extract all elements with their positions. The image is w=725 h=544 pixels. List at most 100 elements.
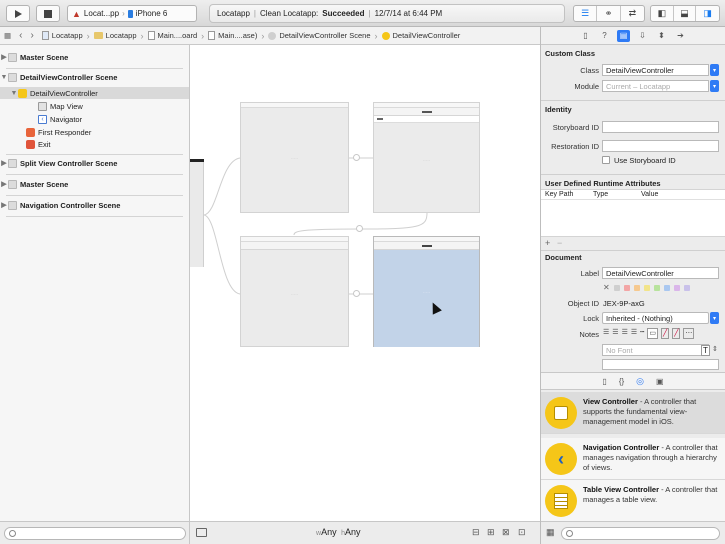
pin-icon[interactable]: ⊞ [487, 527, 495, 538]
standard-editor-icon[interactable]: ☰ [574, 6, 598, 21]
color-swatch-green[interactable] [654, 285, 660, 291]
storyboard-canvas[interactable]: ····· ····· ····· ····· [190, 45, 540, 521]
jump-item-project[interactable]: Locatapp [38, 31, 87, 40]
align-center-icon[interactable]: ☰ [612, 328, 618, 339]
text-color-icon[interactable]: ▭ [647, 328, 658, 339]
line-spacing-icon[interactable]: ┅ [640, 328, 644, 339]
outline-master-scene[interactable]: ▶ Master Scene [0, 51, 189, 63]
resolve-icon[interactable]: ⊠ [502, 527, 510, 538]
outline-nav-scene[interactable]: ▶ Navigation Controller Scene [0, 199, 189, 211]
connections-inspector-icon[interactable]: ➔ [674, 30, 687, 42]
remove-attribute-icon[interactable]: − [557, 238, 562, 248]
outline-exit[interactable]: Exit [0, 138, 189, 150]
map-view-selected[interactable]: ····· [374, 250, 479, 347]
scene-table-view[interactable]: ····· [373, 102, 480, 213]
segue-dot[interactable] [353, 154, 360, 161]
media-library-icon[interactable]: ▣ [656, 377, 664, 386]
color-swatch-yellow[interactable] [644, 285, 650, 291]
justify-icon[interactable]: ☰ [631, 328, 637, 339]
outline-filter-input[interactable] [4, 527, 186, 540]
module-dropdown-icon[interactable]: ▾ [710, 80, 719, 92]
align-left-icon[interactable]: ☰ [603, 328, 609, 339]
disclosure-open-icon[interactable]: ▼ [10, 90, 18, 97]
code-snippet-library-icon[interactable]: {} [619, 377, 624, 386]
size-inspector-icon[interactable]: ⬍ [655, 30, 668, 42]
outline-detail-view-controller[interactable]: ▼ DetailViewController [0, 87, 189, 99]
color-swatch-blue[interactable] [664, 285, 670, 291]
align-right-icon[interactable]: ☰ [622, 328, 628, 339]
font-field[interactable]: No Font [602, 344, 709, 356]
jump-item-base[interactable]: Main....ase) [204, 31, 261, 40]
disclosure-closed-icon[interactable]: ▶ [0, 53, 8, 61]
scene-navigation-controller-bottom[interactable]: ····· [240, 236, 349, 347]
disclosure-open-icon[interactable]: ▼ [0, 74, 8, 81]
scene-detail-view-controller[interactable]: ····· [373, 236, 480, 347]
lock-dropdown-icon[interactable]: ▾ [710, 312, 719, 324]
grid-view-icon[interactable]: ▦ [546, 527, 555, 538]
disclosure-closed-icon[interactable]: ▶ [0, 180, 8, 188]
library-item-navigation-controller[interactable]: ‹ Navigation Controller - A controller t… [541, 438, 725, 480]
color-swatch-red[interactable] [624, 285, 630, 291]
related-items-icon[interactable]: ▦ [0, 31, 15, 40]
strike-color-icon[interactable]: ╱ [672, 328, 681, 339]
more-options-icon[interactable]: ⋯ [683, 328, 695, 339]
use-storyboard-id-checkbox[interactable] [602, 156, 610, 164]
outline-master-scene-2[interactable]: ▶ Master Scene [0, 178, 189, 190]
outline-map-view[interactable]: Map View [0, 100, 189, 112]
jump-item-controller[interactable]: DetailViewController [378, 31, 465, 40]
outline-split-scene[interactable]: ▶ Split View Controller Scene [0, 157, 189, 169]
jump-item-storyboard[interactable]: Main....oard [144, 31, 202, 40]
notes-text-area[interactable] [602, 359, 719, 370]
editor-mode-control[interactable]: ☰ ⚭ ⇄ [573, 5, 645, 22]
version-editor-icon[interactable]: ⇄ [621, 6, 644, 21]
module-field[interactable]: Current – Locatapp [602, 80, 709, 92]
restoration-id-field[interactable] [602, 140, 719, 152]
scene-navigation-controller-top[interactable]: ····· [240, 102, 349, 213]
run-button[interactable] [6, 5, 30, 22]
forward-arrow-icon[interactable]: › [26, 30, 37, 41]
stop-button[interactable] [36, 5, 60, 22]
font-picker-icon[interactable]: T [701, 345, 710, 356]
jump-item-scene[interactable]: DetailViewController Scene [264, 31, 374, 40]
color-swatch-lavender[interactable] [684, 285, 690, 291]
color-swatch-gray[interactable] [614, 285, 620, 291]
scheme-selector[interactable]: ▲ Locat...pp › iPhone 6 [67, 5, 197, 22]
identity-inspector-icon[interactable]: ▤ [617, 29, 630, 42]
library-filter-input[interactable] [561, 527, 720, 540]
lock-popup[interactable]: Inherited - (Nothing) [602, 312, 709, 324]
segue-dot[interactable] [353, 290, 360, 297]
quick-help-icon[interactable]: ? [598, 30, 611, 42]
doc-label-field[interactable]: DetailViewController [602, 267, 719, 279]
storyboard-id-field[interactable] [602, 121, 719, 133]
navigator-toggle-icon[interactable]: ◧ [651, 6, 674, 21]
debug-toggle-icon[interactable]: ⬓ [674, 6, 697, 21]
view-toggle-control[interactable]: ◧ ⬓ ◨ [650, 5, 720, 22]
file-template-library-icon[interactable]: ▯ [602, 377, 606, 386]
disclosure-closed-icon[interactable]: ▶ [0, 201, 8, 209]
highlight-color-icon[interactable]: ╱ [660, 328, 670, 339]
add-attribute-icon[interactable]: + [545, 238, 550, 248]
outline-toggle-icon[interactable] [196, 528, 207, 537]
class-field[interactable]: DetailViewController [602, 64, 709, 76]
class-dropdown-icon[interactable]: ▾ [710, 64, 719, 76]
align-icon[interactable]: ⊟ [472, 527, 480, 538]
size-class-control[interactable]: wAny hAny [316, 527, 361, 537]
color-swatch-orange[interactable] [634, 285, 640, 291]
font-stepper-icon[interactable]: ⇕ [712, 345, 718, 353]
attributes-inspector-icon[interactable]: ⇩ [636, 30, 649, 42]
library-item-view-controller[interactable]: View Controller - A controller that supp… [541, 392, 725, 434]
clear-color-icon[interactable]: ✕ [603, 283, 610, 292]
assistant-editor-icon[interactable]: ⚭ [597, 6, 621, 21]
utilities-toggle-icon[interactable]: ◨ [696, 6, 719, 21]
segue-dot[interactable] [356, 225, 363, 232]
outline-detail-scene[interactable]: ▼ DetailViewController Scene [0, 71, 189, 83]
runtime-attributes-table[interactable]: Key Path Type Value [541, 189, 725, 237]
object-library-icon[interactable]: ◎ [636, 376, 644, 387]
jump-item-folder[interactable]: Locatapp [90, 31, 141, 40]
disclosure-closed-icon[interactable]: ▶ [0, 159, 8, 167]
back-arrow-icon[interactable]: ‹ [15, 30, 26, 41]
color-swatch-purple[interactable] [674, 285, 680, 291]
outline-first-responder[interactable]: First Responder [0, 126, 189, 138]
resize-icon[interactable]: ⊡ [518, 527, 526, 538]
outline-navigator[interactable]: ‹ Navigator [0, 113, 189, 125]
